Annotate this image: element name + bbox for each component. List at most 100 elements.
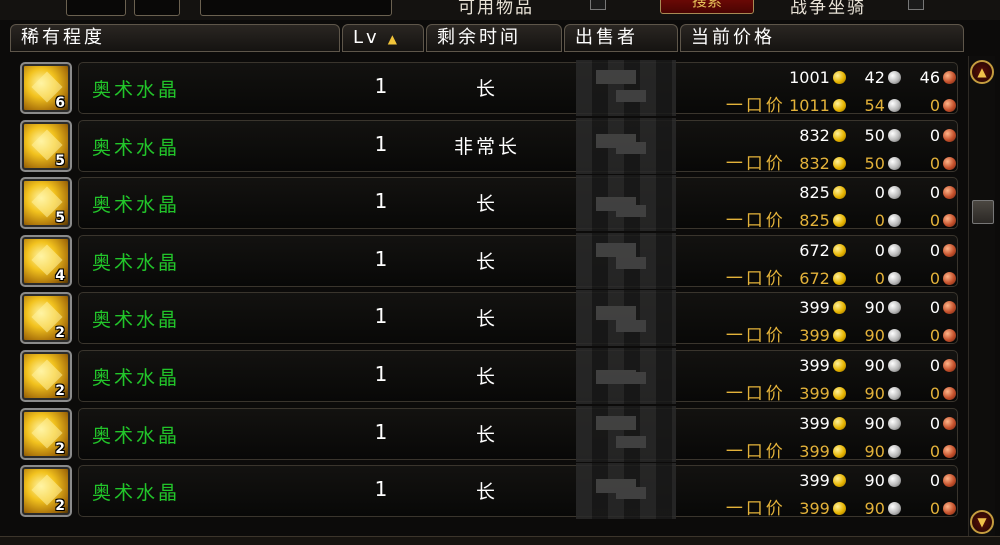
arcane-crystal-icon[interactable]: 5 <box>20 120 72 172</box>
item-name[interactable]: 奥术水晶 <box>92 478 180 505</box>
buyout-label: 一口价 <box>725 211 786 231</box>
arcane-crystal-icon[interactable]: 6 <box>20 62 72 114</box>
stack-count: 5 <box>55 153 65 169</box>
censor-block <box>616 487 646 499</box>
arcane-crystal-icon[interactable]: 5 <box>20 177 72 229</box>
stack-count: 5 <box>55 210 65 226</box>
buyout-label: 一口价 <box>725 442 786 462</box>
auction-row[interactable]: 2 奥术水晶 1 长 399 90 0 一口价 399 90 0 <box>16 406 964 462</box>
column-header-time-label: 剩余时间 <box>437 27 521 48</box>
bid-copper: 0 <box>929 471 940 490</box>
column-header-current-price[interactable]: 当前价格 <box>680 24 964 52</box>
buyout-label: 一口价 <box>725 326 786 346</box>
buyout-silver: 0 <box>874 211 885 230</box>
item-name[interactable]: 奥术水晶 <box>92 363 180 390</box>
seller-name-censored <box>576 348 676 404</box>
arcane-crystal-icon[interactable]: 2 <box>20 292 72 344</box>
bid-copper: 46 <box>919 68 940 87</box>
buyout-label: 一口价 <box>725 499 786 519</box>
auction-row[interactable]: 2 奥术水晶 1 长 399 90 0 一口价 399 90 0 <box>16 463 964 519</box>
auction-row[interactable]: 6 奥术水晶 1 长 1001 42 46 一口价 1011 54 0 <box>16 60 964 116</box>
auction-row[interactable]: 5 奥术水晶 1 长 825 0 0 一口价 825 0 0 <box>16 175 964 231</box>
silver-coin-icon <box>887 272 901 285</box>
censor-block <box>616 90 646 102</box>
time-left: 长 <box>475 424 498 446</box>
censor-block <box>616 436 646 448</box>
censor-block <box>616 320 646 332</box>
copper-coin-icon <box>943 214 956 227</box>
item-name[interactable]: 奥术水晶 <box>92 133 180 160</box>
copper-coin-icon <box>943 502 956 515</box>
silver-coin-icon <box>887 474 901 487</box>
seller-name-censored <box>576 233 676 289</box>
auction-row[interactable]: 2 奥术水晶 1 长 399 90 0 一口价 399 90 0 <box>16 290 964 346</box>
item-name[interactable]: 奥术水晶 <box>92 75 180 102</box>
copper-coin-icon <box>943 417 956 430</box>
column-header-price-label: 当前价格 <box>691 27 775 48</box>
censor-block <box>616 142 646 154</box>
item-name[interactable]: 奥术水晶 <box>92 248 180 275</box>
current-bid: 825 0 0 <box>788 183 956 202</box>
column-header-rarity-label: 稀有程度 <box>21 27 105 48</box>
filter-field-1[interactable] <box>66 0 126 16</box>
arcane-crystal-icon[interactable]: 2 <box>20 465 72 517</box>
search-input[interactable] <box>200 0 392 16</box>
right-filter-checkbox[interactable] <box>908 0 924 10</box>
buyout-gold: 399 <box>799 384 830 403</box>
buyout-price: 一口价 399 90 0 <box>726 321 956 346</box>
column-header-rarity[interactable]: 稀有程度 <box>10 24 340 52</box>
seller-name-censored <box>576 60 676 116</box>
item-name[interactable]: 奥术水晶 <box>92 305 180 332</box>
silver-coin-icon <box>887 445 901 458</box>
seller-name-censored <box>576 290 676 346</box>
item-level: 1 <box>374 304 388 328</box>
item-level: 1 <box>374 247 388 271</box>
column-header-seller[interactable]: 出售者 <box>564 24 678 52</box>
time-left: 非常长 <box>453 136 520 158</box>
scrollbar[interactable]: ▲ ▼ <box>968 56 995 536</box>
silver-coin-icon <box>887 99 901 112</box>
bid-gold: 399 <box>799 298 830 317</box>
column-header-lv[interactable]: Lv ▲ <box>342 24 424 52</box>
item-name[interactable]: 奥术水晶 <box>92 190 180 217</box>
gold-coin-icon <box>832 214 846 227</box>
column-header-time-left[interactable]: 剩余时间 <box>426 24 562 52</box>
filter-field-2[interactable] <box>134 0 180 16</box>
bid-silver: 0 <box>874 241 885 260</box>
copper-coin-icon <box>943 329 956 342</box>
seller-name-censored <box>576 118 676 174</box>
scroll-down-icon[interactable]: ▼ <box>970 510 994 534</box>
copper-coin-icon <box>943 387 956 400</box>
buyout-silver: 0 <box>874 269 885 288</box>
copper-coin-icon <box>943 359 956 372</box>
search-button[interactable]: 搜索 <box>660 0 754 14</box>
buyout-silver: 90 <box>864 384 885 403</box>
arcane-crystal-icon[interactable]: 4 <box>20 235 72 287</box>
gold-coin-icon <box>832 502 846 515</box>
bid-copper: 0 <box>929 183 940 202</box>
stack-count: 2 <box>55 498 65 514</box>
item-name[interactable]: 奥术水晶 <box>92 421 180 448</box>
scrollbar-thumb[interactable] <box>972 200 994 224</box>
item-level: 1 <box>374 132 388 156</box>
bid-copper: 0 <box>929 414 940 433</box>
auction-row[interactable]: 5 奥术水晶 1 非常长 832 50 0 一口价 832 50 0 <box>16 118 964 174</box>
usable-items-checkbox[interactable] <box>590 0 606 10</box>
time-left: 长 <box>475 251 498 273</box>
arcane-crystal-icon[interactable]: 2 <box>20 350 72 402</box>
seller-name-censored <box>576 463 676 519</box>
arcane-crystal-icon[interactable]: 2 <box>20 408 72 460</box>
auction-row[interactable]: 4 奥术水晶 1 长 672 0 0 一口价 672 0 0 <box>16 233 964 289</box>
bid-copper: 0 <box>929 241 940 260</box>
stack-count: 4 <box>55 268 65 284</box>
bid-silver: 0 <box>874 183 885 202</box>
time-left: 长 <box>475 308 498 330</box>
auction-row[interactable]: 2 奥术水晶 1 长 399 90 0 一口价 399 90 0 <box>16 348 964 404</box>
buyout-gold: 825 <box>799 211 830 230</box>
censor-block <box>596 416 636 430</box>
scroll-up-icon[interactable]: ▲ <box>970 60 994 84</box>
censor-block <box>616 372 646 384</box>
item-level: 1 <box>374 362 388 386</box>
column-header-seller-label: 出售者 <box>575 27 638 48</box>
bid-silver: 90 <box>864 471 885 490</box>
